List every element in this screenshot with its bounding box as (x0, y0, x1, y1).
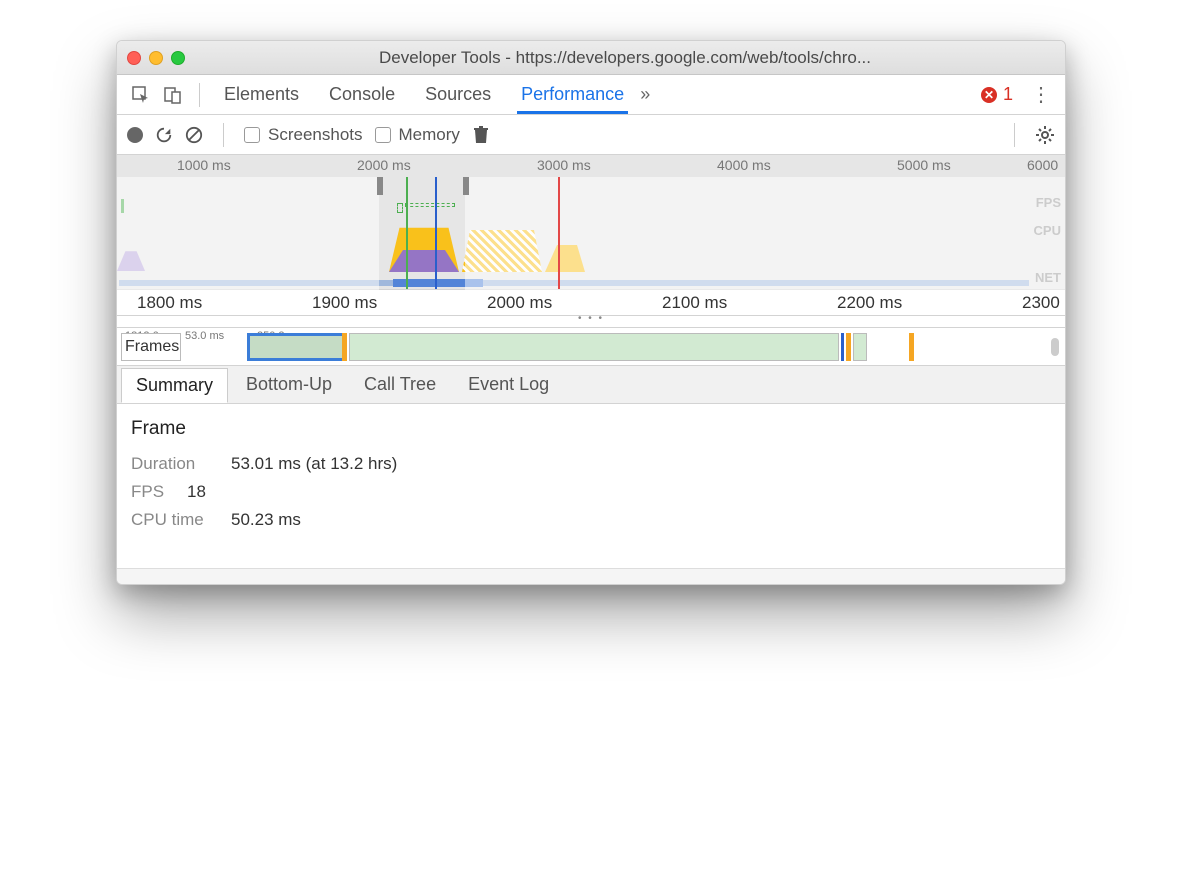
summary-row-cpu: CPU time 50.23 ms (131, 510, 1051, 530)
frame-time: 53.0 ms (185, 330, 224, 342)
value: 18 (187, 482, 206, 502)
device-toggle-icon[interactable] (159, 81, 187, 109)
range-mask (465, 177, 1065, 290)
frame-marker (846, 333, 851, 361)
tick: 2100 ms (662, 293, 727, 313)
minimize-window-button[interactable] (149, 51, 163, 65)
tick: 3000 ms (537, 157, 591, 173)
tab-console[interactable]: Console (325, 76, 399, 113)
tab-sources[interactable]: Sources (421, 76, 495, 113)
tab-call-tree[interactable]: Call Tree (350, 368, 450, 401)
scrollbar-thumb[interactable] (1051, 338, 1059, 356)
summary-panel: Frame Duration 53.01 ms (at 13.2 hrs) FP… (117, 404, 1065, 568)
tabs-overflow-button[interactable]: » (632, 84, 658, 105)
divider (199, 83, 200, 107)
fps-bar (397, 203, 403, 213)
range-handle-left[interactable] (377, 177, 383, 195)
detail-tabs: Summary Bottom-Up Call Tree Event Log (117, 366, 1065, 404)
overview-ruler: 1000 ms 2000 ms 3000 ms 4000 ms 5000 ms … (117, 155, 1065, 177)
error-indicator[interactable]: ✕ 1 (981, 84, 1013, 105)
screenshots-checkbox[interactable]: Screenshots (244, 125, 363, 145)
memory-checkbox[interactable]: Memory (375, 125, 460, 145)
tick: 1800 ms (137, 293, 202, 313)
overview-timeline[interactable]: 1000 ms 2000 ms 3000 ms 4000 ms 5000 ms … (117, 155, 1065, 290)
label: CPU time (131, 510, 215, 530)
panel-tabs: Elements Console Sources Performance (212, 76, 628, 113)
inspect-element-icon[interactable] (127, 81, 155, 109)
detail-ruler[interactable]: 1800 ms 1900 ms 2000 ms 2100 ms 2200 ms … (117, 290, 1065, 316)
record-button[interactable] (127, 127, 143, 143)
checkbox-icon (244, 127, 260, 143)
frames-track[interactable]: 1812.6 ms 53.0 ms 250.2 ms Frames (117, 328, 1065, 366)
tab-performance[interactable]: Performance (517, 76, 628, 114)
main-tabbar: Elements Console Sources Performance » ✕… (117, 75, 1065, 115)
tick: 1900 ms (312, 293, 377, 313)
tick: 2000 ms (487, 293, 552, 313)
frame-block-selected[interactable] (247, 333, 347, 361)
memory-label: Memory (399, 125, 460, 145)
reload-button[interactable] (155, 126, 173, 144)
tab-bottom-up[interactable]: Bottom-Up (232, 368, 346, 401)
tab-event-log[interactable]: Event Log (454, 368, 563, 401)
frame-block[interactable] (853, 333, 867, 361)
tick: 6000 (1027, 157, 1058, 173)
settings-icon[interactable] (1035, 125, 1055, 145)
tick: 2000 ms (357, 157, 411, 173)
divider (1014, 123, 1015, 147)
window-title: Developer Tools - https://developers.goo… (195, 48, 1055, 68)
tick: 5000 ms (897, 157, 951, 173)
collapse-handle[interactable]: • • • (117, 316, 1065, 328)
summary-row-duration: Duration 53.01 ms (at 13.2 hrs) (131, 454, 1051, 474)
summary-heading: Frame (131, 418, 1051, 440)
marker-blue (435, 177, 437, 289)
garbage-collect-icon[interactable] (472, 125, 490, 145)
window-titlebar[interactable]: Developer Tools - https://developers.goo… (117, 41, 1065, 75)
error-icon: ✕ (981, 87, 997, 103)
range-handle-right[interactable] (463, 177, 469, 195)
footer-gap (117, 568, 1065, 584)
performance-toolbar: Screenshots Memory (117, 115, 1065, 155)
value: 53.01 ms (at 13.2 hrs) (231, 454, 397, 474)
summary-row-fps: FPS 18 (131, 482, 1051, 502)
traffic-lights (127, 51, 185, 65)
tick: 1000 ms (177, 157, 231, 173)
marker-green (406, 177, 408, 289)
tick: 2200 ms (837, 293, 902, 313)
tab-elements[interactable]: Elements (220, 76, 303, 113)
screenshots-label: Screenshots (268, 125, 363, 145)
checkbox-icon (375, 127, 391, 143)
range-mask (117, 177, 379, 290)
tick: 4000 ms (717, 157, 771, 173)
frames-label: Frames (125, 338, 179, 356)
close-window-button[interactable] (127, 51, 141, 65)
frame-marker (909, 333, 914, 361)
devtools-window: Developer Tools - https://developers.goo… (116, 40, 1066, 585)
kebab-menu-icon[interactable]: ⋮ (1027, 81, 1055, 109)
frame-block[interactable] (349, 333, 839, 361)
label: Duration (131, 454, 215, 474)
label: FPS (131, 482, 171, 502)
tab-summary[interactable]: Summary (121, 368, 228, 403)
marker-red (558, 177, 560, 289)
frame-marker (841, 333, 844, 361)
zoom-window-button[interactable] (171, 51, 185, 65)
error-count: 1 (1003, 84, 1013, 105)
value: 50.23 ms (231, 510, 301, 530)
tick: 2300 (1022, 293, 1060, 313)
divider (223, 123, 224, 147)
fps-bar (405, 203, 455, 207)
frame-marker (342, 333, 347, 361)
clear-button[interactable] (185, 126, 203, 144)
